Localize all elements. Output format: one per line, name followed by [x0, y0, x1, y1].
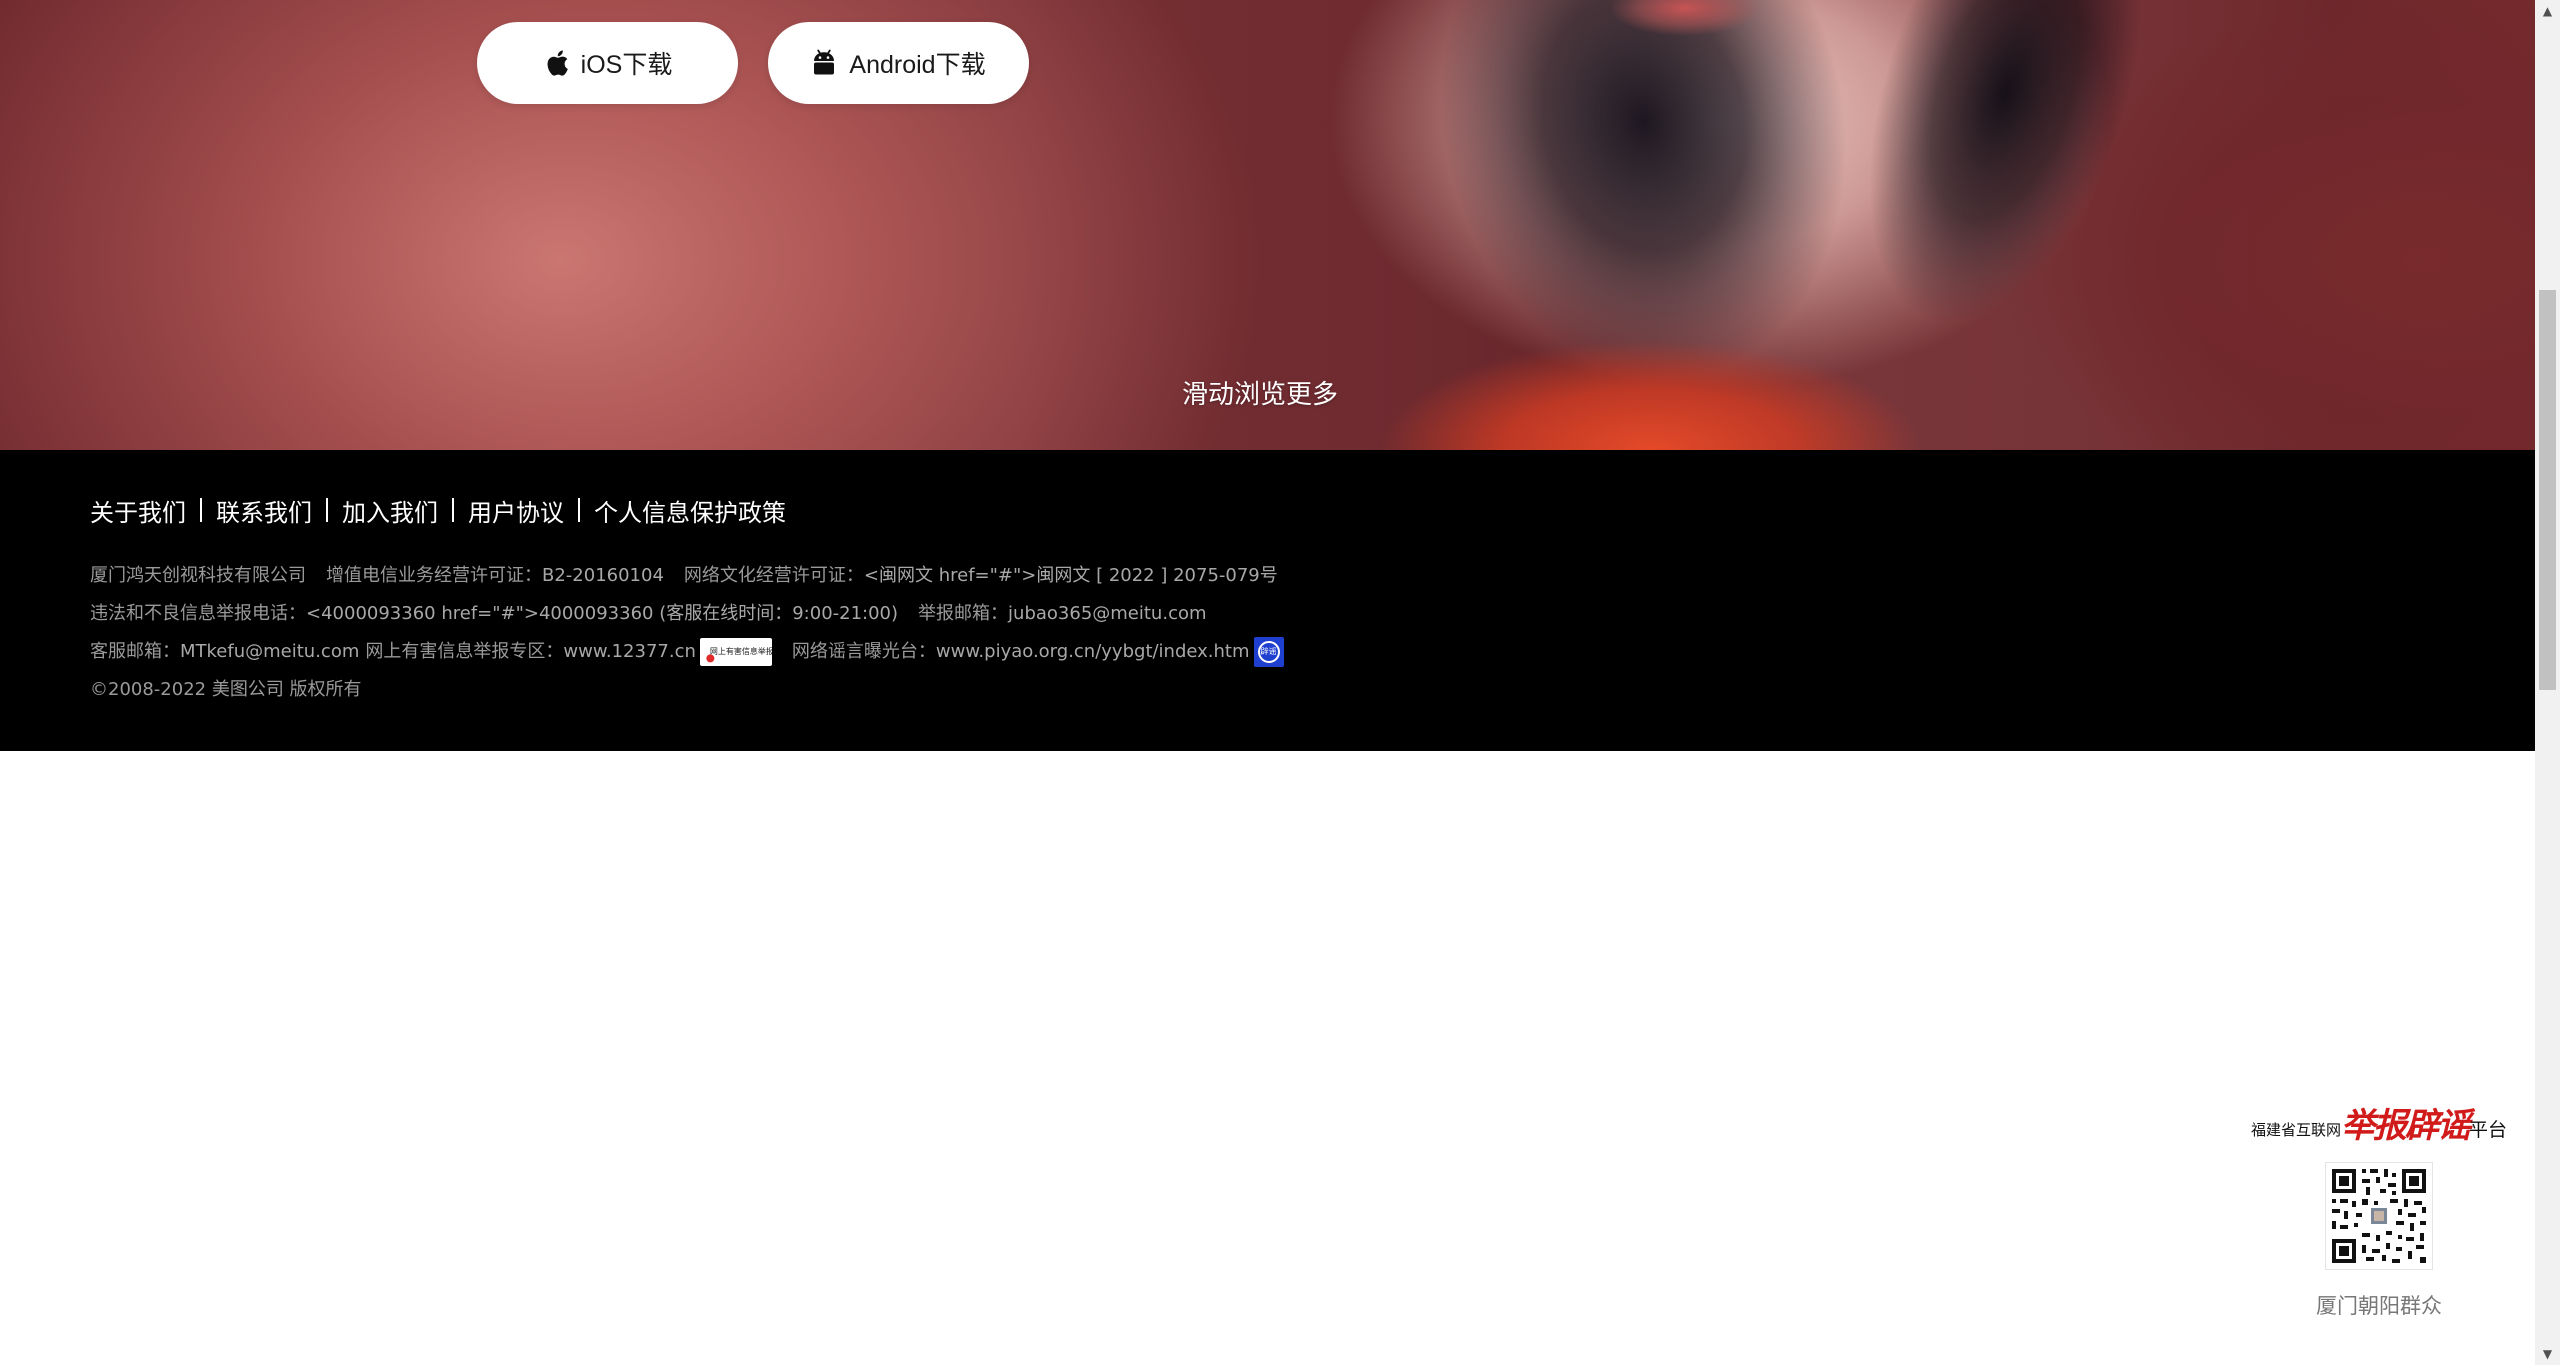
- harmful-info-link[interactable]: www.12377.cn: [563, 633, 696, 671]
- harmful-info-badge-text: 网上有害信息举报专区: [709, 647, 772, 656]
- site-footer: 关于我们 联系我们 加入我们 用户协议 个人信息保护政策 厦门鸿天创视科技有限公…: [0, 450, 2535, 751]
- harmful-info-badge-icon[interactable]: 网上有害信息举报专区: [699, 638, 772, 666]
- culture-license-link[interactable]: <闽网文 href="#">闽网文 [ 2022 ] 2075-079号: [864, 557, 1278, 595]
- report-logo-suffix: 平台: [2469, 1119, 2508, 1141]
- report-email-label: 举报邮箱：: [918, 603, 1009, 624]
- icp-label: 增值电信业务经营许可证：: [326, 565, 542, 586]
- service-email-link[interactable]: MTkefu@meitu.com: [180, 633, 359, 671]
- company-name: 厦门鸿天创视科技有限公司: [90, 565, 306, 586]
- footer-info-row-report: 违法和不良信息举报电话： <4000093360 href="#">400009…: [90, 595, 1284, 633]
- page-scrollbar[interactable]: ▲ ▼: [2535, 0, 2560, 1365]
- android-download-label: Android下载: [849, 51, 986, 79]
- scrollbar-thumb[interactable]: [2539, 290, 2556, 690]
- ios-download-button[interactable]: iOS下载: [477, 22, 738, 104]
- report-logo-main: 举报辟谣: [2341, 1106, 2471, 1146]
- icp-link[interactable]: B2-20160104: [542, 557, 664, 595]
- scroll-up-arrow-icon[interactable]: ▲: [2535, 0, 2560, 22]
- copyright: ©2008-2022 美图公司 版权所有: [90, 679, 362, 700]
- android-icon: [811, 48, 837, 78]
- scroll-hint: 滑动浏览更多: [1181, 380, 1338, 410]
- footer-nav-divider: [326, 498, 328, 522]
- hero-banner: iOS下载 Android下载 滑动浏览更多: [0, 0, 2535, 450]
- report-logo-prefix: 福建省互联网: [2250, 1121, 2341, 1139]
- footer-link-join[interactable]: 加入我们: [342, 493, 438, 528]
- rumor-link[interactable]: www.piyao.org.cn/yybgt/index.htm: [936, 633, 1250, 671]
- footer-link-user-agreement[interactable]: 用户协议: [468, 493, 564, 528]
- report-widget-caption: 厦门朝阳群众: [2316, 1294, 2442, 1318]
- ios-download-label: iOS下载: [580, 51, 673, 79]
- harmful-info-label: 网上有害信息举报专区：: [365, 641, 564, 662]
- footer-nav-divider: [200, 498, 202, 522]
- report-rumor-widget[interactable]: 福建省互联网 举报辟谣 平台 厦门朝阳群众: [2251, 1098, 2507, 1320]
- footer-info: 厦门鸿天创视科技有限公司 增值电信业务经营许可证： B2-20160104 网络…: [90, 557, 1284, 709]
- footer-link-about[interactable]: 关于我们: [90, 493, 186, 528]
- footer-nav-divider: [452, 498, 454, 522]
- footer-info-row-license: 厦门鸿天创视科技有限公司 增值电信业务经营许可证： B2-20160104 网络…: [90, 557, 1284, 595]
- hero-photo-top: [1380, 330, 1920, 450]
- apple-icon: [543, 48, 569, 78]
- service-email-label: 客服邮箱：: [90, 641, 180, 662]
- report-phone-label: 违法和不良信息举报电话：: [90, 603, 306, 624]
- footer-link-contact[interactable]: 联系我们: [216, 493, 312, 528]
- rumor-badge-text: 辟谣: [1257, 641, 1280, 663]
- report-platform-logo[interactable]: 福建省互联网 举报辟谣 平台: [2251, 1098, 2507, 1146]
- rumor-label: 网络谣言曝光台：: [791, 641, 936, 662]
- footer-link-privacy-policy[interactable]: 个人信息保护政策: [594, 493, 786, 528]
- android-download-button[interactable]: Android下载: [768, 22, 1029, 104]
- footer-info-row-copyright: ©2008-2022 美图公司 版权所有: [90, 671, 1284, 709]
- report-email-link[interactable]: jubao365@meitu.com: [1008, 595, 1206, 633]
- rumor-badge-icon[interactable]: 辟谣: [1253, 637, 1284, 667]
- footer-info-row-service: 客服邮箱： MTkefu@meitu.com 网上有害信息举报专区： www.1…: [90, 633, 1284, 671]
- footer-nav-divider: [578, 498, 580, 522]
- hero-photo-lips: [1610, 0, 1760, 50]
- qr-code-icon: [2325, 1162, 2433, 1270]
- scroll-down-arrow-icon[interactable]: ▼: [2535, 1343, 2560, 1365]
- report-phone-link[interactable]: <4000093360 href="#">4000093360 (客服在线时间：…: [306, 595, 898, 633]
- footer-nav: 关于我们 联系我们 加入我们 用户协议 个人信息保护政策: [90, 490, 786, 530]
- culture-license-label: 网络文化经营许可证：: [683, 565, 864, 586]
